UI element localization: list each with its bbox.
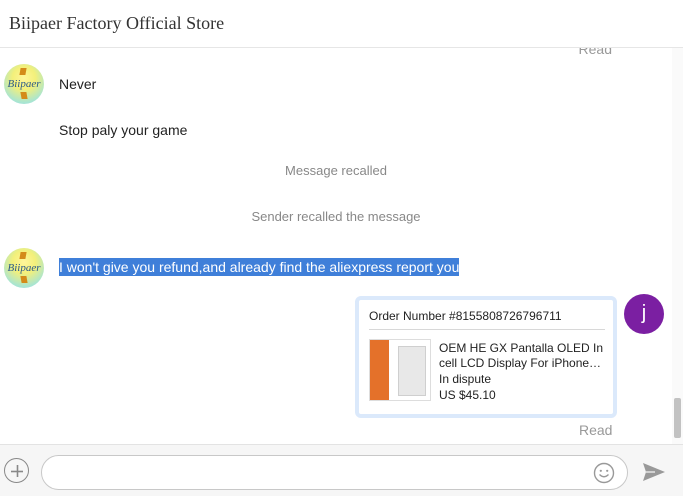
read-receipt-top: Read (578, 48, 612, 57)
product-image[interactable] (369, 339, 431, 401)
order-price: US $45.10 (439, 388, 496, 402)
user-avatar[interactable]: j (624, 294, 664, 334)
product-title[interactable]: OEM HE GX Pantalla OLED In cell LCD Disp… (439, 341, 607, 371)
product-image-screen (398, 346, 426, 396)
order-number: Order Number #8155808726796711 (369, 309, 562, 323)
flag-icon (19, 252, 27, 259)
scrollbar[interactable] (672, 48, 683, 444)
message-text: Stop paly your game (59, 122, 188, 138)
flag-icon (19, 68, 27, 75)
message-area[interactable]: Read Biipaer Never Stop paly your game M… (0, 48, 672, 444)
message-input[interactable] (41, 455, 628, 490)
product-image-band (370, 340, 389, 400)
seller-avatar-label: Biipaer (7, 78, 41, 90)
flag-icon (20, 92, 28, 99)
order-status: In dispute (439, 372, 492, 386)
divider (369, 329, 605, 330)
composer-bar (0, 444, 683, 496)
send-button[interactable] (641, 460, 667, 484)
message-text: Never (59, 76, 97, 92)
order-card[interactable]: Order Number #8155808726796711 OEM HE GX… (355, 296, 617, 418)
flag-icon (20, 276, 28, 283)
message-text-selected: I won't give you refund,and already find… (59, 258, 460, 276)
emoji-button[interactable] (593, 462, 615, 484)
system-notice: Message recalled (285, 163, 387, 178)
system-notice: Sender recalled the message (251, 209, 421, 224)
selected-text[interactable]: I won't give you refund,and already find… (59, 258, 460, 276)
chat-header: Biipaer Factory Official Store (0, 0, 683, 48)
read-receipt-bottom: Read (579, 422, 613, 438)
add-attachment-button[interactable] (4, 458, 29, 483)
seller-avatar-label: Biipaer (7, 262, 41, 274)
seller-avatar[interactable]: Biipaer (4, 248, 44, 288)
store-title: Biipaer Factory Official Store (9, 13, 225, 33)
scrollbar-thumb[interactable] (674, 398, 681, 438)
send-icon (643, 463, 665, 481)
smiley-icon (593, 462, 615, 484)
plus-icon (11, 465, 23, 477)
seller-avatar[interactable]: Biipaer (4, 64, 44, 104)
